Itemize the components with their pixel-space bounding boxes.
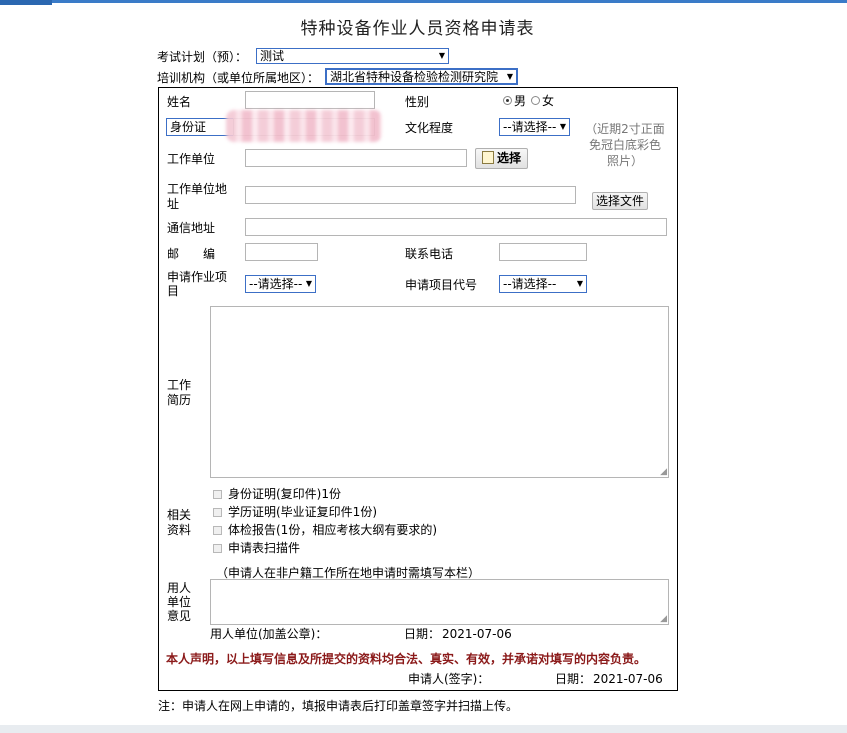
resize-handle-icon[interactable]: ◢ xyxy=(660,615,667,624)
employer-note: （申请人在非户籍工作所在地申请时需填写本栏） xyxy=(216,566,481,580)
doc-label: 体检报告(1份，相应考核大纲有要求的) xyxy=(228,523,437,537)
work-address-label-line: 址 xyxy=(167,197,180,211)
bottom-bar xyxy=(0,725,847,733)
apply-code-label: 申请项目代号 xyxy=(405,278,478,292)
doc-checkbox[interactable] xyxy=(213,508,222,517)
employer-opinion-textarea[interactable]: ◢ xyxy=(210,579,669,625)
training-org-select[interactable]: 湖北省特种设备检验检测研究院 ▼ xyxy=(325,68,518,85)
postcode-label-char: 邮 xyxy=(167,247,180,261)
declaration-text: 本人声明，以上填写信息及所提交的资料均合法、真实、有效，并承诺对填写的内容负责。 xyxy=(166,652,647,666)
photo-placeholder[interactable]: （近期2寸正面 免冠白底彩色 照片） xyxy=(585,121,665,169)
education-select[interactable]: --请选择-- ▼ xyxy=(499,118,570,136)
education-label: 文化程度 xyxy=(405,121,454,135)
choose-file-button[interactable]: 选择文件 xyxy=(592,192,648,210)
top-bar xyxy=(0,0,847,3)
employer-unit-label: 用人单位(加盖公章)： xyxy=(210,627,328,641)
date-label: 日期： xyxy=(404,627,441,641)
docs-label: 相关 资料 xyxy=(167,508,191,538)
phone-input[interactable] xyxy=(499,243,587,261)
employer-label-line: 意见 xyxy=(167,609,192,623)
edit-icon xyxy=(481,151,494,164)
employer-label-line: 单位 xyxy=(167,595,192,609)
phone-label: 联系电话 xyxy=(405,247,454,261)
doc-checkbox[interactable] xyxy=(213,526,222,535)
chevron-down-icon: ▼ xyxy=(559,122,566,131)
photo-hint-line: 照片） xyxy=(606,154,643,168)
gender-female-label: 女 xyxy=(542,94,555,108)
resume-label-line: 简历 xyxy=(167,393,192,407)
training-org-label: 培训机构（或单位所属地区）： xyxy=(157,71,320,85)
resume-label: 工作 简历 xyxy=(167,378,191,408)
work-address-label-line: 工作单位地 xyxy=(167,182,228,196)
date-value: 2021-07-06 xyxy=(442,627,512,641)
gender-label: 性别 xyxy=(405,95,430,109)
id-type-select[interactable]: 身份证 xyxy=(166,118,234,136)
work-address-input[interactable] xyxy=(245,186,576,204)
exam-plan-label: 考试计划（预）： xyxy=(157,50,248,64)
select-unit-button[interactable]: 选择 xyxy=(475,148,528,169)
apply-code-value: --请选择-- xyxy=(503,277,557,291)
doc-label: 身份证明(复印件)1份 xyxy=(228,487,341,501)
apply-item-label-line: 申请作业项 xyxy=(167,270,228,284)
gender-female-radio[interactable] xyxy=(531,96,540,105)
resume-label-line: 工作 xyxy=(167,378,192,392)
name-input[interactable] xyxy=(245,91,375,109)
gender-male-radio[interactable] xyxy=(503,96,512,105)
chevron-down-icon: ▼ xyxy=(505,72,513,81)
mail-address-input[interactable] xyxy=(245,218,667,236)
select-unit-label: 选择 xyxy=(496,151,521,165)
apply-item-select[interactable]: --请选择-- ▼ xyxy=(245,275,316,293)
gender-male-label: 男 xyxy=(514,94,527,108)
page-title: 特种设备作业人员资格申请表 xyxy=(300,19,535,39)
doc-checkbox[interactable] xyxy=(213,544,222,553)
doc-label: 申请表扫描件 xyxy=(228,541,301,555)
apply-item-label-line: 目 xyxy=(167,284,180,298)
docs-label-line: 相关 xyxy=(167,508,192,522)
exam-plan-value: 测试 xyxy=(260,49,285,63)
apply-code-select[interactable]: --请选择-- ▼ xyxy=(499,275,587,293)
apply-item-value: --请选择-- xyxy=(249,277,303,291)
apply-item-label: 申请作业项 目 xyxy=(167,270,227,298)
work-unit-input[interactable] xyxy=(245,149,467,167)
chevron-down-icon: ▼ xyxy=(305,279,312,288)
date2-value: 2021-07-06 xyxy=(593,672,663,686)
top-bar-cap xyxy=(0,0,52,5)
doc-label: 学历证明(毕业证复印件1份) xyxy=(228,505,377,519)
applicant-sign-label: 申请人(签字)： xyxy=(408,672,490,686)
id-type-value: 身份证 xyxy=(170,120,207,134)
postcode-input[interactable] xyxy=(245,243,318,261)
doc-checkbox[interactable] xyxy=(213,490,222,499)
training-org-value: 湖北省特种设备检验检测研究院 xyxy=(330,70,499,84)
name-label: 姓名 xyxy=(167,95,192,109)
resize-handle-icon[interactable]: ◢ xyxy=(660,468,667,477)
photo-hint-line: 免冠白底彩色 xyxy=(588,138,661,152)
footnote: 注：申请人在网上申请的，填报申请表后打印盖章签字并扫描上传。 xyxy=(158,699,519,713)
mail-address-label: 通信地址 xyxy=(167,221,216,235)
employer-label: 用人 单位 意见 xyxy=(167,581,191,623)
chevron-down-icon: ▼ xyxy=(438,51,445,60)
employer-label-line: 用人 xyxy=(167,581,192,595)
date2-label: 日期： xyxy=(555,672,592,686)
chevron-down-icon: ▼ xyxy=(576,279,583,288)
photo-hint-line: （近期2寸正面 xyxy=(585,122,665,136)
redacted-id-number xyxy=(226,110,382,142)
education-value: --请选择-- xyxy=(503,120,557,134)
docs-label-line: 资料 xyxy=(167,523,192,537)
work-unit-label: 工作单位 xyxy=(167,152,216,166)
resume-textarea[interactable]: ◢ xyxy=(210,306,669,478)
postcode-label-char: 编 xyxy=(203,247,216,261)
work-address-label: 工作单位地 址 xyxy=(167,182,227,212)
exam-plan-select[interactable]: 测试 ▼ xyxy=(256,48,449,64)
